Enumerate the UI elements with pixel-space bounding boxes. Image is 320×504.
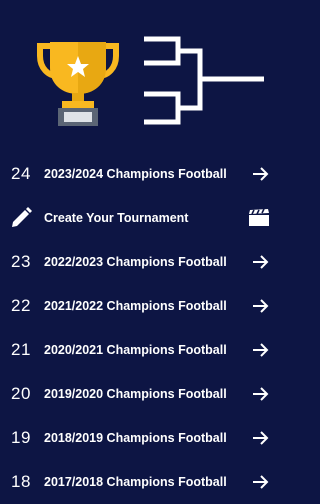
menu-item-label: 2022/2023 Champions Football: [44, 255, 227, 269]
menu-item-2022-2023[interactable]: 23 2022/2023 Champions Football: [0, 240, 281, 284]
menu-item-2018-2019[interactable]: 19 2018/2019 Champions Football: [0, 416, 281, 460]
season-number: 21: [11, 340, 31, 359]
header: [0, 0, 281, 145]
menu-item-label: 2020/2021 Champions Football: [44, 343, 227, 357]
menu-item-2017-2018[interactable]: 18 2017/2018 Champions Football: [0, 460, 281, 504]
season-number: 23: [11, 252, 31, 271]
menu-item-create-tournament[interactable]: Create Your Tournament: [0, 196, 281, 240]
menu-item-2020-2021[interactable]: 21 2020/2021 Champions Football: [0, 328, 281, 372]
arrow-right-icon: [253, 431, 269, 445]
clapperboard-icon: [249, 209, 269, 226]
season-number: 24: [11, 164, 31, 183]
menu-item-label: Create Your Tournament: [44, 211, 189, 225]
menu-item-2021-2022[interactable]: 22 2021/2022 Champions Football: [0, 284, 281, 328]
menu-item-label: 2021/2022 Champions Football: [44, 299, 227, 313]
menu-item-2019-2020[interactable]: 20 2019/2020 Champions Football: [0, 372, 281, 416]
arrow-right-icon: [253, 387, 269, 401]
pencil-icon: [12, 207, 32, 227]
tournament-bracket-icon: [144, 36, 264, 125]
arrow-right-icon: [253, 167, 269, 181]
menu-item-label: 2018/2019 Champions Football: [44, 431, 227, 445]
season-number: 18: [11, 472, 31, 491]
arrow-right-icon: [253, 343, 269, 357]
menu-item-label: 2019/2020 Champions Football: [44, 387, 227, 401]
arrow-right-icon: [253, 299, 269, 313]
menu-item-label: 2017/2018 Champions Football: [44, 475, 227, 489]
trophy-icon: [37, 42, 119, 126]
arrow-right-icon: [253, 475, 269, 489]
arrow-right-icon: [253, 255, 269, 269]
menu-list: 24 2023/2024 Champions Football Create Y…: [0, 152, 281, 504]
season-number: 20: [11, 384, 31, 403]
season-number: 19: [11, 428, 31, 447]
season-number: 22: [11, 296, 31, 315]
menu-item-2023-2024[interactable]: 24 2023/2024 Champions Football: [0, 152, 281, 196]
menu-item-label: 2023/2024 Champions Football: [44, 167, 227, 181]
